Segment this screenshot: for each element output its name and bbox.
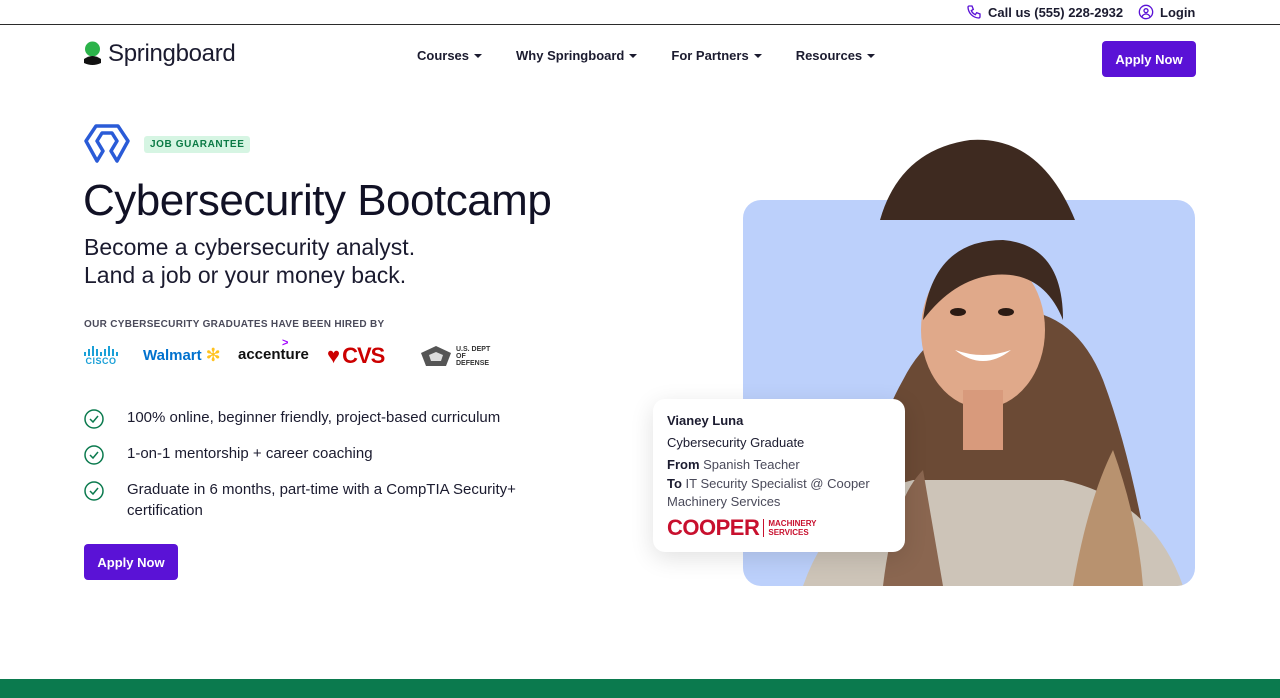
accenture-chevron-icon: > (282, 337, 289, 349)
nav-item-why-springboard[interactable]: Why Springboard (516, 48, 638, 63)
job-guarantee-badge: JOB GUARANTEE (144, 135, 251, 153)
feature-item: 1-on-1 mentorship + career coaching (84, 443, 554, 465)
cvs-logo: ♥ CVS (327, 343, 385, 369)
graduate-story-card: Vianey Luna Cybersecurity Graduate From … (653, 399, 905, 552)
walmart-spark-icon: ✻ (205, 345, 221, 365)
nav-menu: Courses Why Springboard For Partners Res… (417, 48, 876, 63)
login-label: Login (1160, 4, 1196, 20)
hero-subtitle-line-1: Become a cybersecurity analyst. (84, 234, 416, 260)
walmart-logo-text: Walmart (143, 347, 202, 364)
check-circle-icon (84, 445, 104, 465)
cooper-logo: COOPER MACHINERY SERVICES (667, 515, 891, 541)
caret-down-icon (753, 53, 762, 58)
hero-subtitle: Become a cybersecurity analyst. Land a j… (84, 233, 415, 289)
feature-item: 100% online, beginner friendly, project-… (84, 407, 554, 429)
feature-text: Graduate in 6 months, part-time with a C… (127, 481, 516, 519)
hired-by-label: OUR CYBERSECURITY GRADUATES HAVE BEEN HI… (84, 319, 385, 330)
cisco-logo: CISCO (84, 346, 118, 366)
program-badge-row: JOB GUARANTEE (84, 123, 251, 165)
graduate-to: To IT Security Specialist @ Cooper Machi… (667, 475, 891, 511)
nav-item-for-partners[interactable]: For Partners (671, 48, 762, 63)
nav-apply-button[interactable]: Apply Now (1102, 41, 1196, 77)
accenture-logo-text: accenture (238, 346, 309, 363)
cooper-logo-subtext-2: SERVICES (768, 528, 809, 537)
caret-down-icon (629, 53, 638, 58)
dod-logo: U.S. DEPT OF DEFENSE (420, 345, 496, 367)
check-circle-icon (84, 409, 104, 429)
graduate-hair-overflow (860, 130, 1100, 220)
graduate-role: Cybersecurity Graduate (667, 435, 805, 450)
accenture-logo: accenture > (238, 337, 309, 363)
caret-down-icon (867, 53, 876, 58)
cooper-logo-subtext: MACHINERY SERVICES (768, 519, 816, 537)
walmart-logo: Walmart ✻ (143, 345, 221, 366)
cooper-logo-text: COOPER (667, 515, 760, 540)
nav-item-label: Courses (417, 48, 470, 63)
bottom-green-bar (0, 679, 1280, 698)
graduate-from: From Spanish Teacher (667, 456, 891, 474)
main-nav: Springboard Courses Why Springboard For … (0, 26, 1280, 90)
nav-item-label: Resources (795, 48, 863, 63)
feature-item: Graduate in 6 months, part-time with a C… (84, 479, 554, 521)
cisco-logo-text: CISCO (85, 356, 117, 366)
hair-top-illustration (880, 139, 1075, 220)
call-label: Call us (555) 228-2932 (988, 4, 1124, 20)
graduate-name: Vianey Luna (667, 413, 744, 428)
springboard-logo-icon (84, 41, 101, 65)
caret-down-icon (474, 53, 483, 58)
check-circle-icon (84, 481, 104, 501)
page-title: Cybersecurity Bootcamp (83, 176, 552, 225)
feature-text: 1-on-1 mentorship + career coaching (127, 445, 373, 462)
call-link[interactable]: Call us (555) 228-2932 (966, 4, 1123, 20)
cooper-logo-subtext-1: MACHINERY (768, 519, 817, 528)
hero-apply-button[interactable]: Apply Now (84, 544, 178, 580)
nav-item-resources[interactable]: Resources (795, 48, 876, 63)
cybersecurity-program-icon (84, 124, 130, 163)
cisco-bars-icon (84, 346, 118, 356)
logo-text: Springboard (108, 40, 236, 67)
feature-list: 100% online, beginner friendly, project-… (84, 407, 554, 535)
employer-logos: CISCO Walmart ✻ accenture > ♥ CVS U.S. D… (84, 337, 504, 372)
hero-subtitle-line-2: Land a job or your money back. (84, 262, 407, 288)
nav-item-label: Why Springboard (516, 48, 625, 63)
phone-icon (967, 5, 981, 19)
nav-item-courses[interactable]: Courses (417, 48, 483, 63)
to-value: IT Security Specialist @ Cooper Machiner… (667, 476, 870, 509)
cvs-logo-text: CVS (342, 343, 385, 368)
to-label: To (667, 476, 682, 491)
logo-divider (763, 519, 765, 537)
feature-text: 100% online, beginner friendly, project-… (127, 409, 501, 426)
login-link[interactable]: Login (1138, 4, 1195, 20)
utility-bar: Call us (555) 228-2932 Login (0, 0, 1280, 25)
nav-item-label: For Partners (671, 48, 749, 63)
pentagon-icon (421, 346, 451, 366)
dod-logo-text: U.S. DEPT OF DEFENSE (456, 345, 491, 367)
cvs-heart-icon: ♥ (327, 343, 341, 368)
from-value: Spanish Teacher (703, 457, 800, 472)
from-label: From (667, 457, 700, 472)
user-circle-icon (1138, 4, 1154, 20)
springboard-logo[interactable]: Springboard (83, 40, 236, 68)
